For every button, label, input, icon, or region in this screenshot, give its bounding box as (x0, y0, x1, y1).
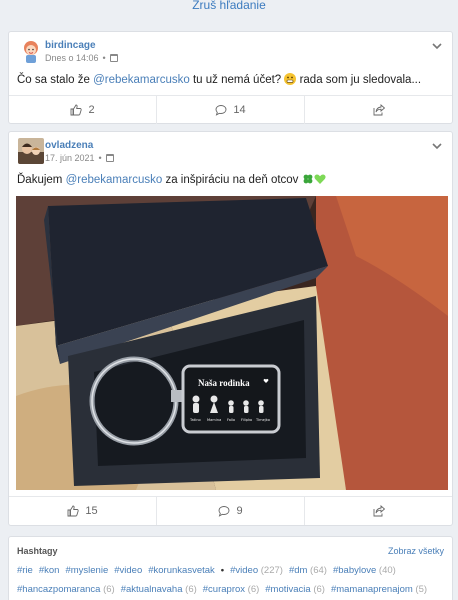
post-header: birdincage Dnes o 14:06 • (9, 32, 452, 70)
post-text-part: rada som ju sledovala... (296, 74, 422, 86)
post-text-part: za inšpiráciu na deň otcov (162, 174, 302, 186)
hashtag-label: #mamanaprenajom (330, 584, 413, 595)
hashtag-list: #rie #kon #myslenie #video #korunkasvetak • #v… (17, 561, 448, 599)
hashtag-label: #rie (17, 565, 33, 576)
like-count: 15 (85, 505, 98, 517)
photo-name: Filipko (241, 418, 252, 422)
comment-count: 9 (236, 505, 243, 517)
comment-icon (215, 105, 227, 116)
thumbs-up-icon (67, 505, 79, 517)
green-heart-emoji-icon (314, 174, 326, 184)
chevron-down-icon[interactable] (431, 40, 443, 52)
post-time: 17. jún 2021 (45, 153, 95, 163)
post-header: ovladzena 17. jún 2021 • (9, 132, 452, 170)
post-photo[interactable]: Naša rodinka Tatino Mamina Fallo Filipko… (16, 196, 448, 490)
hashtag-link[interactable]: #korunkasvetak (148, 565, 215, 576)
post-author[interactable]: ovladzena (45, 140, 93, 151)
cancel-search-link[interactable]: Zruš hľadanie (0, 0, 458, 12)
hashtag-link[interactable]: #rie (17, 565, 33, 576)
grimacing-emoji-icon (284, 73, 297, 85)
mention-link[interactable]: @rebekamarcusko (93, 74, 190, 86)
hashtag-link[interactable]: #motivacia (6) (265, 584, 325, 595)
share-icon (373, 104, 385, 116)
post-text: Ďakujem @rebekamarcusko za inšpiráciu na… (9, 172, 452, 188)
post-time: Dnes o 14:06 (45, 53, 99, 63)
hashtag-link[interactable]: #video (114, 565, 142, 576)
hashtag-separator: • (220, 565, 225, 576)
hashtag-label: #motivacia (265, 584, 311, 595)
avatar[interactable] (18, 138, 44, 164)
show-all-hashtags-link[interactable]: Zobraz všetky (388, 546, 444, 556)
hashtag-link[interactable]: #babylove (40) (333, 565, 396, 576)
hashtag-label: #dm (288, 565, 308, 576)
calendar-icon (105, 154, 114, 162)
post-card: ovladzena 17. jún 2021 • Ďakujem @rebeka… (8, 131, 453, 526)
hashtag-label: #myslenie (65, 565, 109, 576)
hashtag-count: (40) (376, 565, 396, 576)
hashtag-label: #video (230, 565, 259, 576)
post-text: Čo sa stalo že @rebekamarcusko tu už nem… (9, 72, 452, 88)
hashtags-title: Hashtagy (17, 546, 58, 556)
hashtag-count: (6) (245, 584, 260, 595)
clover-emoji-icon (303, 174, 313, 184)
photo-name: Tatino (189, 418, 201, 422)
hashtag-label: #video (114, 565, 143, 576)
post-meta: Dnes o 14:06 • (45, 53, 118, 63)
calendar-icon (109, 54, 118, 62)
like-button[interactable]: 15 (9, 497, 156, 525)
like-button[interactable]: 2 (9, 96, 156, 124)
hashtag-count: (6) (310, 584, 325, 595)
photo-caption: Naša rodinka (198, 378, 250, 388)
comment-icon (218, 506, 230, 517)
avatar[interactable] (18, 38, 44, 64)
hashtags-panel: Hashtagy Zobraz všetky #rie #kon #myslenie… (8, 536, 453, 600)
post-meta: 17. jún 2021 • (45, 153, 114, 163)
hashtag-label: #hancazpomaranca (17, 584, 101, 595)
post-text-part: Ďakujem (17, 174, 66, 186)
hashtag-count: (227) (258, 565, 283, 576)
hashtag-label: #curaprox (202, 584, 246, 595)
hashtag-label: #babylove (332, 565, 377, 576)
photo-name: Mamina (207, 418, 221, 422)
hashtag-link[interactable]: #aktualnavaha (6) (121, 584, 197, 595)
hashtag-label: #kon (38, 565, 60, 576)
meta-separator: • (98, 153, 102, 163)
share-button[interactable] (304, 497, 452, 525)
mention-link[interactable]: @rebekamarcusko (66, 174, 163, 186)
comment-button[interactable]: 9 (156, 497, 304, 525)
post-actions: 15 9 (9, 496, 452, 525)
comment-button[interactable]: 14 (156, 96, 304, 124)
thumbs-up-icon (70, 104, 83, 116)
post-actions: 2 14 (9, 95, 452, 124)
hashtag-link[interactable]: #mamanaprenajom (5) (331, 584, 427, 595)
hashtag-link[interactable]: #dm (64) (289, 565, 327, 576)
meta-separator: • (102, 53, 106, 63)
hashtag-link[interactable]: #curaprox (6) (203, 584, 260, 595)
like-count: 2 (88, 104, 95, 116)
share-button[interactable] (304, 96, 452, 124)
hashtag-link[interactable]: #kon (39, 565, 60, 576)
hashtag-link[interactable]: #video (227) (230, 565, 283, 576)
hashtag-link[interactable]: #hancazpomaranca (6) (17, 584, 115, 595)
hashtag-count: (6) (182, 584, 197, 595)
post-text-part: Čo sa stalo že (17, 74, 94, 86)
post-author[interactable]: birdincage (45, 40, 96, 51)
hashtag-label: #aktualnavaha (120, 584, 183, 595)
hashtag-count: (64) (307, 565, 327, 576)
post-text-part: tu už nemá účet? (189, 74, 285, 86)
share-icon (373, 505, 385, 517)
hashtag-label: #korunkasvetak (148, 565, 215, 576)
hashtag-link[interactable]: #myslenie (65, 565, 108, 576)
photo-name: Fallo (227, 418, 235, 422)
photo-name: Timejko (255, 418, 270, 422)
post-card: birdincage Dnes o 14:06 • Čo sa stalo že… (8, 31, 453, 124)
hashtag-count: (5) (412, 584, 428, 595)
hashtag-count: (6) (100, 584, 115, 595)
chevron-down-icon[interactable] (431, 140, 443, 152)
comment-count: 14 (233, 104, 246, 116)
